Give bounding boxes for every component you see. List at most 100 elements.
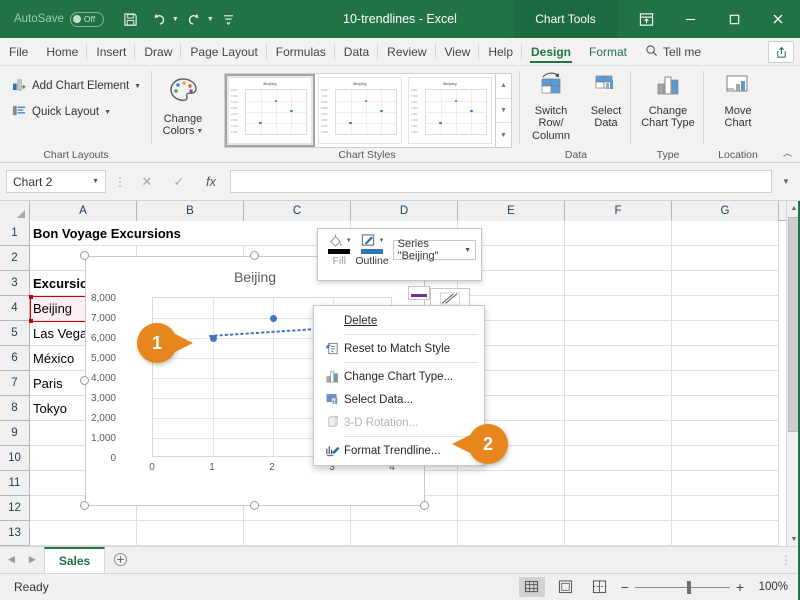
- data-point-1[interactable]: [209, 334, 217, 342]
- cell-f1[interactable]: [565, 221, 672, 246]
- menu-item-change-chart-type[interactable]: Change Chart Type...: [314, 365, 484, 388]
- tab-data[interactable]: Data: [335, 38, 379, 65]
- zoom-knob[interactable]: [686, 580, 691, 594]
- cell-a1[interactable]: Bon Voyage Excursions: [30, 221, 351, 246]
- change-chart-type-button[interactable]: Change Chart Type: [632, 66, 704, 130]
- collapse-ribbon-icon[interactable]: ︿: [783, 146, 792, 159]
- cell-g13[interactable]: [672, 521, 779, 546]
- page-layout-view-icon[interactable]: [553, 577, 579, 597]
- cell-f12[interactable]: [565, 496, 672, 521]
- cell-f9[interactable]: [565, 421, 672, 446]
- cancel-formula-icon[interactable]: ✕: [134, 170, 160, 193]
- chevron-down-icon[interactable]: ▼: [196, 128, 203, 136]
- add-chart-element-button[interactable]: Add Chart Element ▼: [8, 75, 145, 97]
- menu-item-select-data[interactable]: Select Data...: [314, 388, 484, 411]
- row-header-7[interactable]: 7: [0, 371, 30, 396]
- quick-layout-button[interactable]: Quick Layout ▼: [8, 101, 145, 123]
- chart-resize-handle-w[interactable]: [80, 376, 89, 385]
- autosave-toggle-group[interactable]: AutoSave Off: [14, 11, 104, 27]
- cell-g4[interactable]: [672, 296, 779, 321]
- chart-resize-handle-s[interactable]: [250, 501, 259, 510]
- chart-resize-handle-sw[interactable]: [80, 501, 89, 510]
- autosave-switch[interactable]: Off: [69, 11, 104, 27]
- normal-view-icon[interactable]: [518, 577, 545, 597]
- cell-a13[interactable]: [30, 521, 137, 546]
- add-sheet-icon[interactable]: [105, 546, 135, 573]
- menu-item-reset-to-match-style[interactable]: Reset to Match Style: [314, 337, 484, 360]
- cell-g5[interactable]: [672, 321, 779, 346]
- zoom-out-icon[interactable]: −: [621, 579, 629, 595]
- row-header-13[interactable]: 13: [0, 521, 30, 546]
- tab-design[interactable]: Design: [522, 38, 580, 65]
- undo-icon[interactable]: [146, 6, 172, 32]
- cell-g2[interactable]: [672, 246, 779, 271]
- customize-qat-icon[interactable]: [216, 6, 242, 32]
- cell-e12[interactable]: [458, 496, 565, 521]
- cell-f5[interactable]: [565, 321, 672, 346]
- chevron-down-icon[interactable]: ▼: [464, 247, 471, 254]
- cell-f13[interactable]: [565, 521, 672, 546]
- insert-function-icon[interactable]: fx: [198, 170, 224, 193]
- row-header-12[interactable]: 12: [0, 496, 30, 521]
- series-selector-dropdown[interactable]: Series "Beijing" ▼: [392, 238, 476, 262]
- previous-sheet-icon[interactable]: ◀: [8, 554, 15, 565]
- zoom-track[interactable]: [634, 580, 730, 594]
- cell-e11[interactable]: [458, 471, 565, 496]
- zoom-in-icon[interactable]: +: [736, 579, 744, 595]
- cell-c13[interactable]: [244, 521, 351, 546]
- row-header-2[interactable]: 2: [0, 246, 30, 271]
- cell-g1[interactable]: [672, 221, 779, 246]
- cell-f10[interactable]: [565, 446, 672, 471]
- tab-format[interactable]: Format: [580, 38, 636, 65]
- cell-f2[interactable]: [565, 246, 672, 271]
- share-button[interactable]: [768, 41, 794, 63]
- row-header-9[interactable]: 9: [0, 421, 30, 446]
- tab-draw[interactable]: Draw: [135, 38, 182, 65]
- gallery-scroll-up-icon[interactable]: ▲: [496, 74, 511, 99]
- chart-style-option-3[interactable]: Beijing 8,000 7,000 6,000 5,000 4,000 3,000…: [405, 74, 495, 147]
- move-chart-button[interactable]: Move Chart: [705, 66, 771, 130]
- cell-g7[interactable]: [672, 371, 779, 396]
- row-header-1[interactable]: 1: [0, 221, 30, 246]
- close-icon[interactable]: [756, 0, 800, 38]
- gallery-expand-icon[interactable]: ▼: [496, 123, 511, 147]
- outline-button[interactable]: ▼ Outline: [355, 233, 389, 267]
- chart-element-toolbar-remnant[interactable]: [408, 286, 430, 300]
- cell-f4[interactable]: [565, 296, 672, 321]
- chart-style-option-2[interactable]: Beijing 8,000 7,000 6,000 5,000 4,000 3,000…: [315, 74, 405, 147]
- redo-icon[interactable]: [181, 6, 207, 32]
- cell-g10[interactable]: [672, 446, 779, 471]
- expand-formula-bar-icon[interactable]: ▼: [778, 170, 794, 193]
- chart-style-option-1[interactable]: Beijing 8,000 7,000 6,000 5,000 4,000 3,000…: [225, 74, 315, 147]
- row-header-3[interactable]: 3: [0, 271, 30, 296]
- row-header-6[interactable]: 6: [0, 346, 30, 371]
- cell-g12[interactable]: [672, 496, 779, 521]
- page-break-view-icon[interactable]: [587, 577, 613, 597]
- column-header-g[interactable]: G: [672, 201, 779, 221]
- redo-dropdown-caret-icon[interactable]: ▼: [207, 16, 214, 23]
- cell-g6[interactable]: [672, 346, 779, 371]
- chart-styles-gallery[interactable]: Beijing 8,000 7,000 6,000 5,000 4,000 3,000…: [224, 73, 496, 148]
- tab-view[interactable]: View: [436, 38, 480, 65]
- cell-f11[interactable]: [565, 471, 672, 496]
- column-header-f[interactable]: F: [565, 201, 672, 221]
- column-header-a[interactable]: A: [30, 201, 137, 221]
- data-point-2[interactable]: [269, 314, 277, 322]
- chart-resize-handle-nw[interactable]: [80, 251, 89, 260]
- zoom-slider[interactable]: − +: [621, 579, 744, 595]
- formula-input[interactable]: [230, 170, 772, 193]
- cell-b13[interactable]: [137, 521, 244, 546]
- row-header-5[interactable]: 5: [0, 321, 30, 346]
- cell-d13[interactable]: [351, 521, 458, 546]
- switch-row-column-button[interactable]: Switch Row/ Column: [521, 66, 581, 143]
- fill-button[interactable]: ▼ Fill: [323, 233, 355, 267]
- maximize-icon[interactable]: [712, 0, 756, 38]
- cell-e13[interactable]: [458, 521, 565, 546]
- cell-f7[interactable]: [565, 371, 672, 396]
- chart-resize-handle-se[interactable]: [420, 501, 429, 510]
- menu-item-delete[interactable]: Delete: [314, 309, 484, 332]
- zoom-percentage[interactable]: 100%: [752, 581, 788, 593]
- tab-file[interactable]: File: [0, 38, 37, 65]
- row-header-8[interactable]: 8: [0, 396, 30, 421]
- minimize-icon[interactable]: [668, 0, 712, 38]
